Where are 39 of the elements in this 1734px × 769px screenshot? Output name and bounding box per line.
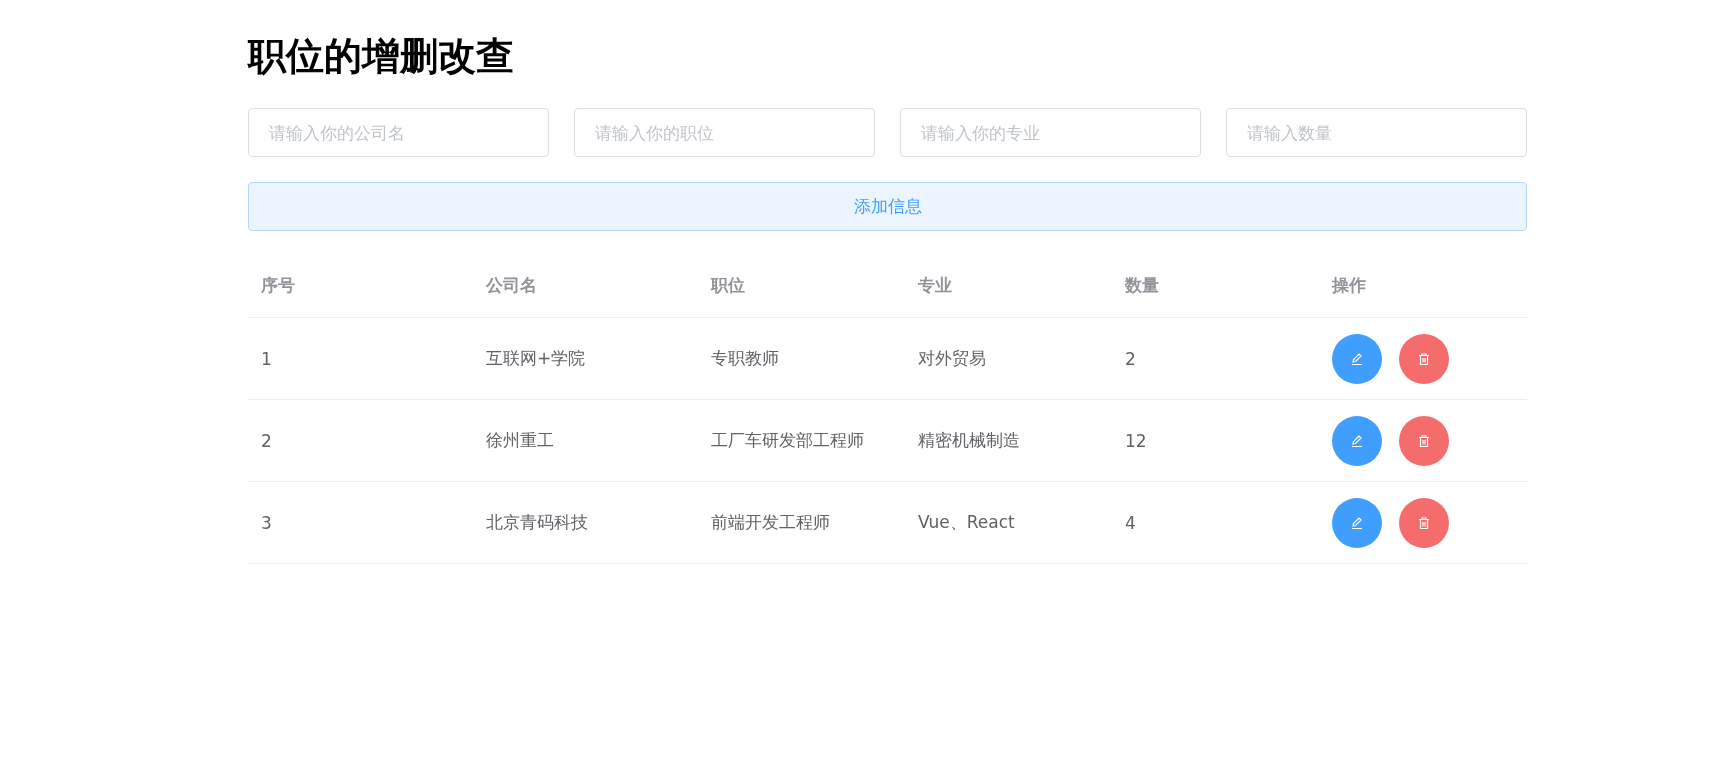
column-header: 数量 — [1124, 274, 1160, 297]
table-cell-text: 对外贸易 — [917, 347, 987, 370]
column-header: 序号 — [260, 274, 296, 297]
column-header: 公司名 — [485, 274, 538, 297]
delete-button[interactable] — [1399, 333, 1449, 384]
delete-button[interactable] — [1399, 415, 1449, 466]
edit-button[interactable] — [1332, 497, 1382, 548]
table-cell-text: 3 — [260, 512, 273, 533]
table-cell-text: 1 — [260, 348, 273, 369]
table-cell-text: 精密机械制造 — [917, 429, 1021, 452]
edit-button[interactable] — [1332, 333, 1382, 384]
column-header: 操作 — [1330, 274, 1367, 297]
table-cell-text: 前端开发工程师 — [710, 511, 831, 534]
add-button[interactable]: 添加信息 — [248, 182, 1527, 231]
table-cell-text: 专职教师 — [710, 347, 780, 370]
column-header: 专业 — [917, 274, 953, 297]
edit-button[interactable] — [1332, 415, 1382, 466]
page-title: 职位的增删改查 — [248, 33, 515, 80]
input-field[interactable]: 请输入你的专业 — [900, 108, 1201, 157]
table-cell-text: 12 — [1124, 430, 1148, 451]
table-cell-text: 徐州重工 — [485, 429, 555, 452]
table-cell-text: 工厂车研发部工程师 — [710, 429, 865, 452]
pencil-icon — [1350, 515, 1364, 530]
pencil-icon — [1350, 351, 1364, 366]
input-field[interactable]: 请输入你的职位 — [574, 108, 875, 157]
trash-icon — [1417, 433, 1431, 448]
table-cell-text: 2 — [1124, 348, 1137, 369]
table-cell-text: 互联网+学院 — [485, 347, 587, 370]
table-cell-text: 北京青码科技 — [485, 511, 589, 534]
trash-icon — [1417, 515, 1431, 530]
pencil-icon — [1350, 433, 1364, 448]
column-header: 职位 — [709, 274, 746, 297]
table-cell-text: 2 — [260, 430, 273, 451]
table-cell-text: 4 — [1124, 512, 1137, 533]
delete-button[interactable] — [1399, 497, 1449, 548]
input-field[interactable]: 请输入你的公司名 — [248, 108, 549, 157]
table-cell-text: Vue、React — [917, 511, 1016, 534]
trash-icon — [1417, 351, 1431, 366]
input-field[interactable]: 请输入数量 — [1226, 108, 1527, 157]
